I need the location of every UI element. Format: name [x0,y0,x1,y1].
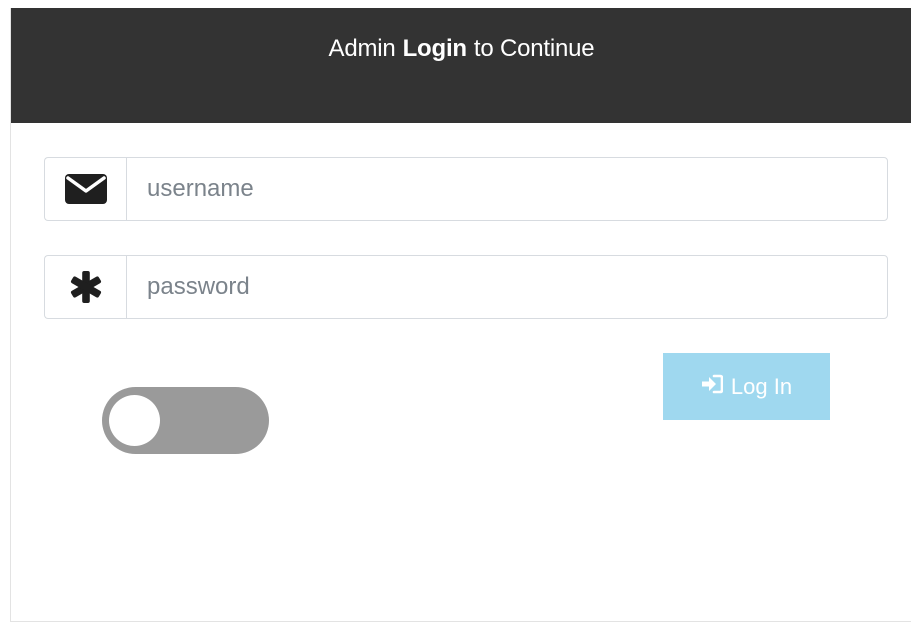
password-input[interactable] [126,255,888,319]
username-input-group [44,157,888,221]
login-button[interactable]: Log In [663,353,830,420]
sign-in-icon [701,374,724,400]
header-title-bold: Login [402,35,468,62]
header-title-suffix: to Continue [473,35,595,62]
toggle-switch[interactable] [102,387,269,454]
header-title-prefix: Admin [328,35,396,62]
envelope-icon [44,157,126,221]
panel-header: Admin Login to Continue [11,8,911,123]
login-panel: Admin Login to Continue username Log In [10,8,911,622]
username-input[interactable] [126,157,888,221]
toggle-knob [109,395,160,446]
asterisk-icon [44,255,126,319]
login-button-label: Log In [730,373,793,399]
password-input-group [44,255,888,319]
